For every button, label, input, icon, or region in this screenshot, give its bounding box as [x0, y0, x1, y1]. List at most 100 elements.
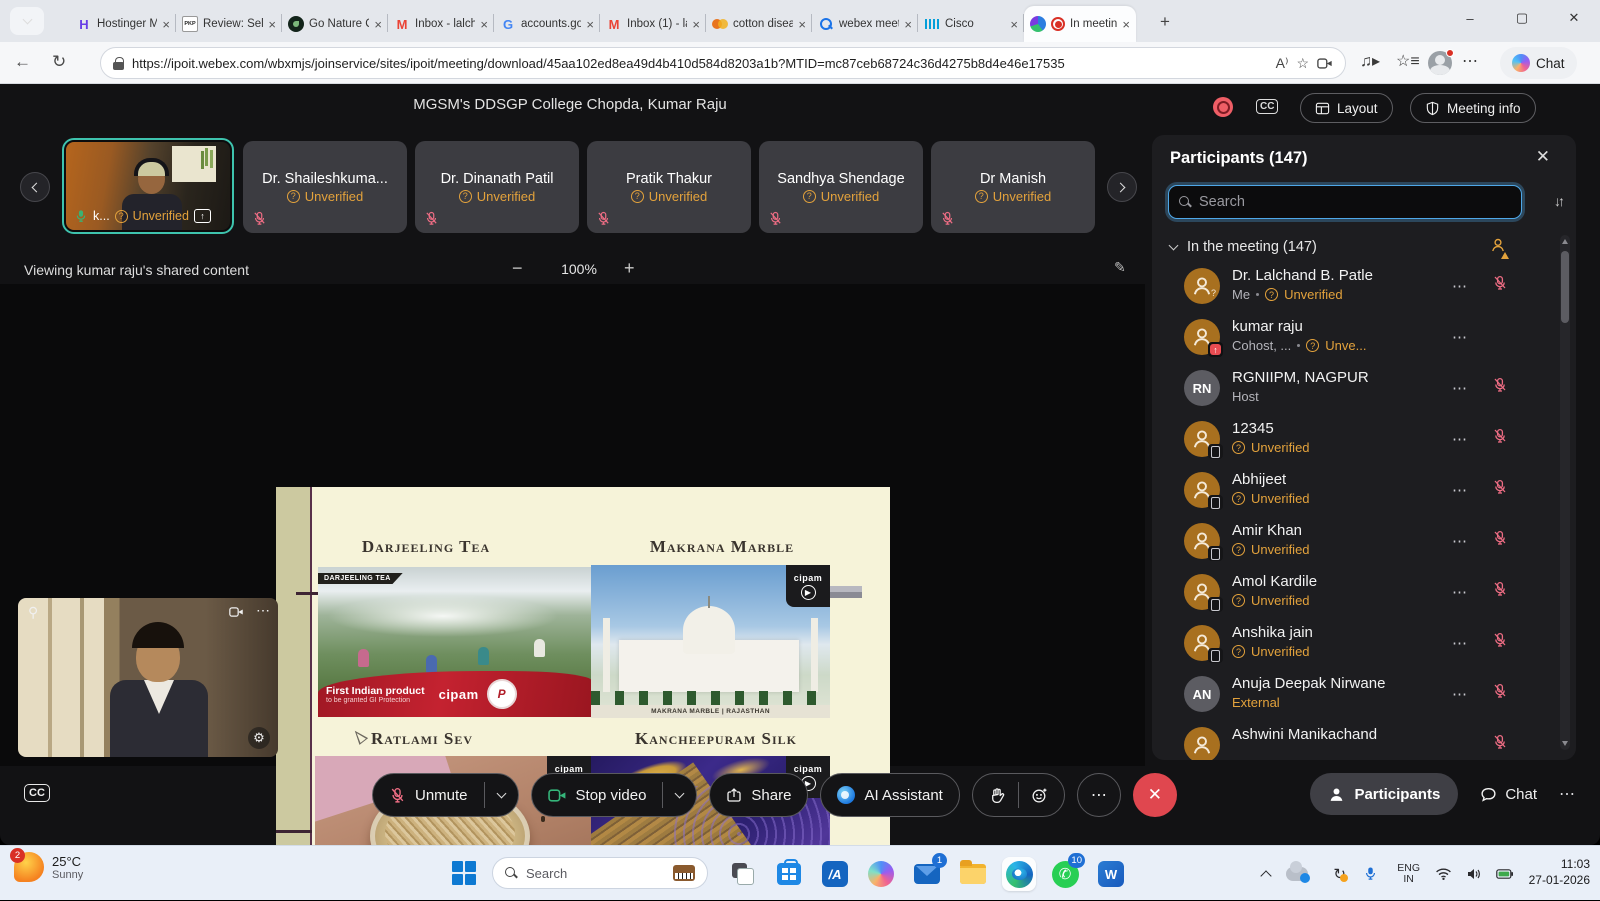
recording-indicator[interactable] — [1213, 97, 1233, 117]
captions-toggle-button[interactable]: CC — [24, 784, 50, 802]
participant-row[interactable]: ? Dr. Lalchand B. Patle Me?Unverified ⋯ — [1152, 261, 1552, 312]
tab-cisco[interactable]: Cisco× — [918, 6, 1024, 42]
close-icon[interactable]: × — [374, 17, 382, 32]
annotate-icon[interactable]: ✎ — [1114, 259, 1126, 276]
close-icon[interactable]: × — [1010, 17, 1018, 32]
close-icon[interactable]: × — [586, 17, 594, 32]
ai-assistant-button[interactable]: AI Assistant — [820, 773, 959, 817]
participant-row[interactable]: kumar raju Cohost, ...?Unve... ⋯ — [1152, 312, 1552, 363]
app-va-button[interactable]: /A — [818, 857, 852, 891]
more-options-icon[interactable]: ⋯ — [1452, 583, 1468, 601]
close-icon[interactable]: × — [692, 17, 700, 32]
zoom-out-button[interactable]: − — [512, 258, 523, 279]
participant-row[interactable]: Anshika jain ?Unverified ⋯ — [1152, 618, 1552, 669]
zoom-in-button[interactable]: + — [624, 258, 635, 279]
meeting-info-button[interactable]: Meeting info — [1410, 93, 1536, 123]
tab-inbox[interactable]: MInbox - lalcha× — [388, 6, 494, 42]
wifi-icon[interactable] — [1435, 846, 1452, 901]
chat-toggle-button[interactable]: Chat — [1480, 786, 1537, 803]
participant-row[interactable]: Amir Khan ?Unverified ⋯ — [1152, 516, 1552, 567]
close-icon[interactable]: × — [1122, 17, 1130, 32]
read-aloud-icon[interactable]: A⁾ — [1276, 55, 1289, 72]
close-panel-icon[interactable]: ✕ — [1536, 147, 1550, 167]
browser-menu-icon[interactable]: ⋯ — [1462, 51, 1478, 71]
tab-inbox-2[interactable]: MInbox (1) - lal× — [600, 6, 706, 42]
participant-row[interactable]: 12345 ?Unverified ⋯ — [1152, 414, 1552, 465]
layout-button[interactable]: Layout — [1300, 93, 1393, 123]
filmstrip-prev-button[interactable] — [20, 172, 50, 202]
tab-go-nature[interactable]: Go Nature Cl× — [282, 6, 388, 42]
new-tab-button[interactable]: + — [1160, 12, 1170, 32]
camera-switch-icon[interactable] — [229, 606, 244, 618]
filmstrip-next-button[interactable] — [1107, 172, 1137, 202]
more-options-icon[interactable]: ⋯ — [1452, 379, 1468, 397]
video-options-button[interactable] — [663, 774, 696, 816]
maximize-button[interactable]: ▢ — [1496, 0, 1548, 36]
pin-icon[interactable]: ⚲ — [28, 604, 38, 621]
participant-tile[interactable]: Dr. Dinanath Patil ?Unverified — [415, 141, 579, 233]
close-icon[interactable]: × — [480, 17, 488, 32]
copilot-button[interactable] — [864, 857, 898, 891]
stop-video-button[interactable]: Stop video — [532, 774, 663, 816]
file-explorer-button[interactable] — [956, 857, 990, 891]
start-button[interactable] — [452, 861, 476, 885]
participants-toggle-button[interactable]: Participants — [1310, 773, 1458, 815]
tab-accounts[interactable]: Gaccounts.goo× — [494, 6, 600, 42]
tab-cotton-disease[interactable]: cotton diseas× — [706, 6, 812, 42]
unmute-button[interactable]: Unmute — [373, 774, 484, 816]
share-button[interactable]: Share — [709, 773, 808, 817]
closed-captions-badge[interactable]: CC — [1256, 99, 1278, 114]
more-panels-button[interactable]: ⋯ — [1559, 784, 1576, 804]
close-icon[interactable]: × — [162, 17, 170, 32]
whatsapp-button[interactable]: ✆10 — [1048, 857, 1082, 891]
more-options-icon[interactable]: ⋯ — [1452, 481, 1468, 499]
tab-camera-icon[interactable] — [1317, 57, 1333, 70]
lock-icon[interactable] — [113, 57, 124, 70]
participant-row[interactable]: Ashwini Manikachand — [1152, 720, 1552, 760]
in-meeting-group-header[interactable]: In the meeting (147) — [1170, 239, 1317, 255]
unverified-group-icon[interactable] — [1490, 237, 1506, 258]
tab-in-meeting[interactable]: In meetin× — [1024, 6, 1136, 42]
media-controls-icon[interactable]: ♫▸ — [1360, 51, 1380, 71]
more-controls-button[interactable]: ⋯ — [1077, 773, 1121, 817]
volume-icon[interactable] — [1466, 846, 1482, 901]
edge-button[interactable] — [1002, 857, 1036, 891]
favorite-star-icon[interactable]: ☆ — [1296, 55, 1309, 72]
close-icon[interactable]: × — [268, 17, 276, 32]
participant-row[interactable]: Amol Kardile ?Unverified ⋯ — [1152, 567, 1552, 618]
clock[interactable]: 11:03 27-01-2026 — [1529, 856, 1590, 888]
more-options-icon[interactable]: ⋯ — [1452, 634, 1468, 652]
onedrive-icon[interactable] — [1286, 846, 1308, 901]
collections-icon[interactable]: ☆≡ — [1396, 51, 1420, 71]
more-options-icon[interactable]: ⋯ — [1452, 277, 1468, 295]
back-icon[interactable]: ← — [14, 52, 31, 72]
address-bar[interactable]: https://ipoit.webex.com/wbxmjs/joinservi… — [100, 47, 1346, 79]
more-options-icon[interactable]: ⋯ — [1452, 532, 1468, 550]
task-view-button[interactable] — [726, 857, 760, 891]
close-window-button[interactable]: ✕ — [1548, 0, 1600, 36]
mail-button[interactable]: 1 — [910, 857, 944, 891]
more-options-icon[interactable]: ⋯ — [1452, 328, 1468, 346]
more-options-icon[interactable]: ⋯ — [1452, 685, 1468, 703]
weather-widget[interactable]: 2 25°C Sunny — [14, 852, 83, 882]
tab-review[interactable]: PKPReview: Selec× — [176, 6, 282, 42]
participant-row[interactable]: AN Anuja Deepak Nirwane External ⋯ — [1152, 669, 1552, 720]
more-options-icon[interactable]: ⋯ — [1452, 430, 1468, 448]
tray-expand-button[interactable] — [1262, 846, 1270, 901]
participant-tile[interactable]: Dr. Shaileshkuma... ?Unverified — [243, 141, 407, 233]
refresh-icon[interactable]: ↻ — [52, 52, 66, 72]
close-icon[interactable]: × — [798, 17, 806, 32]
microsoft-store-button[interactable] — [772, 857, 806, 891]
participant-row[interactable]: Abhijeet ?Unverified ⋯ — [1152, 465, 1552, 516]
sync-icon[interactable]: ↻ — [1333, 846, 1346, 901]
taskbar-search[interactable]: Search — [492, 857, 708, 889]
participant-tile[interactable]: Dr Manish ?Unverified — [931, 141, 1095, 233]
battery-icon[interactable] — [1496, 846, 1514, 901]
url-text[interactable]: https://ipoit.webex.com/wbxmjs/joinservi… — [132, 56, 1268, 71]
word-button[interactable]: W — [1094, 857, 1128, 891]
emoji-reactions-button[interactable] — [1019, 774, 1064, 816]
leave-meeting-button[interactable]: ✕ — [1133, 773, 1177, 817]
microphone-tray-icon[interactable] — [1363, 846, 1378, 901]
participant-tile[interactable]: Pratik Thakur ?Unverified — [587, 141, 751, 233]
close-icon[interactable]: × — [904, 17, 912, 32]
